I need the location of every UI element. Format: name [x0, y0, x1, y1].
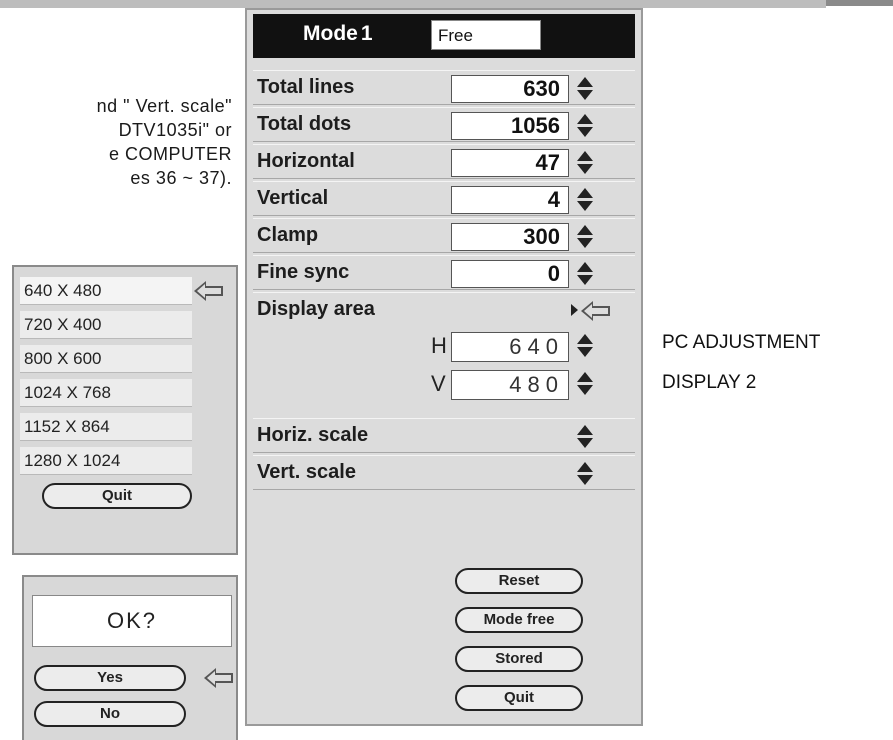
value-field[interactable]: 1056: [451, 112, 569, 140]
resolution-item[interactable]: 1280 X 1024: [20, 447, 192, 475]
display-area-v[interactable]: V 480: [253, 366, 635, 404]
up-down-arrows-icon[interactable]: [575, 332, 593, 360]
row-horizontal[interactable]: Horizontal 47: [253, 144, 635, 179]
up-down-arrows-icon[interactable]: [575, 186, 593, 214]
manual-line: e COMPUTER: [108, 144, 232, 164]
pc-adjustment-label: PC ADJUSTMENT: [662, 332, 821, 353]
pointer-arrow-icon: [581, 301, 611, 321]
top-bar-edge: [826, 0, 893, 6]
mode-free-button[interactable]: Mode free: [455, 607, 583, 633]
row-label: Total dots: [257, 113, 352, 135]
up-down-arrows-icon[interactable]: [575, 423, 593, 451]
mode-header: Mode 1 Free: [253, 14, 635, 58]
quit-button[interactable]: Quit: [455, 685, 583, 711]
resolution-item[interactable]: 800 X 600: [20, 345, 192, 373]
resolution-item[interactable]: 1024 X 768: [20, 379, 192, 407]
confirm-panel: OK? Yes No: [22, 575, 238, 740]
up-down-arrows-icon[interactable]: [575, 460, 593, 488]
row-label: Display area: [257, 298, 375, 320]
value-field[interactable]: 630: [451, 75, 569, 103]
up-down-arrows-icon[interactable]: [575, 223, 593, 251]
row-label: Vert. scale: [257, 461, 356, 483]
row-vertical[interactable]: Vertical 4: [253, 181, 635, 216]
ok-prompt: OK?: [32, 595, 232, 647]
reset-button[interactable]: Reset: [455, 568, 583, 594]
row-total-dots[interactable]: Total dots 1056: [253, 107, 635, 142]
value-field[interactable]: 300: [451, 223, 569, 251]
v-letter: V: [431, 371, 446, 396]
mode-name-field[interactable]: Free: [431, 20, 541, 50]
top-bar: [0, 0, 826, 8]
up-down-arrows-icon[interactable]: [575, 260, 593, 288]
row-label: Total lines: [257, 76, 355, 98]
row-total-lines[interactable]: Total lines 630: [253, 70, 635, 105]
up-down-arrows-icon[interactable]: [575, 75, 593, 103]
display-2-label: DISPLAY 2: [662, 372, 757, 393]
up-down-arrows-icon[interactable]: [575, 149, 593, 177]
h-letter: H: [431, 333, 447, 358]
no-button[interactable]: No: [34, 701, 186, 727]
row-vert-scale[interactable]: Vert. scale: [253, 455, 635, 490]
pointer-arrow-icon: [194, 281, 224, 301]
row-fine-sync[interactable]: Fine sync 0: [253, 255, 635, 290]
h-value-field[interactable]: 640: [451, 332, 569, 362]
row-horiz-scale[interactable]: Horiz. scale: [253, 418, 635, 453]
display-area-h[interactable]: H 640: [253, 328, 635, 366]
yes-button[interactable]: Yes: [34, 665, 186, 691]
resolution-item[interactable]: 1152 X 864: [20, 413, 192, 441]
pointer-arrow-icon: [204, 668, 234, 688]
mode-label-text: Mode: [303, 22, 358, 45]
resolution-item[interactable]: 720 X 400: [20, 311, 192, 339]
row-label: Fine sync: [257, 261, 350, 283]
up-down-arrows-icon[interactable]: [575, 370, 593, 398]
value-field[interactable]: 4: [451, 186, 569, 214]
resolution-item[interactable]: 640 X 480: [20, 277, 192, 305]
row-display-area[interactable]: Display area: [253, 292, 635, 327]
manual-line: DTV1035i" or: [118, 120, 232, 140]
row-clamp[interactable]: Clamp 300: [253, 218, 635, 253]
up-down-arrows-icon[interactable]: [575, 112, 593, 140]
manual-line: es 36 ~ 37).: [130, 168, 232, 188]
row-label: Vertical: [257, 187, 329, 209]
row-label: Clamp: [257, 224, 319, 246]
resolution-quit-button[interactable]: Quit: [42, 483, 192, 509]
stored-button[interactable]: Stored: [455, 646, 583, 672]
mode-label: Mode 1: [303, 22, 373, 46]
pc-adjustment-menu: Mode 1 Free Total lines 630 Total dots 10…: [245, 8, 643, 726]
value-field[interactable]: 47: [451, 149, 569, 177]
resolution-panel: 640 X 480 720 X 400 800 X 600 1024 X 768…: [12, 265, 238, 555]
value-field[interactable]: 0: [451, 260, 569, 288]
manual-text: nd " Vert. scale" DTV1035i" or e COMPUTE…: [2, 94, 232, 190]
submenu-arrow-icon[interactable]: [571, 304, 578, 316]
row-label: Horizontal: [257, 150, 355, 172]
row-label: Horiz. scale: [257, 424, 369, 446]
manual-line: nd " Vert. scale": [96, 96, 232, 116]
mode-number: 1: [360, 22, 373, 45]
v-value-field[interactable]: 480: [451, 370, 569, 400]
